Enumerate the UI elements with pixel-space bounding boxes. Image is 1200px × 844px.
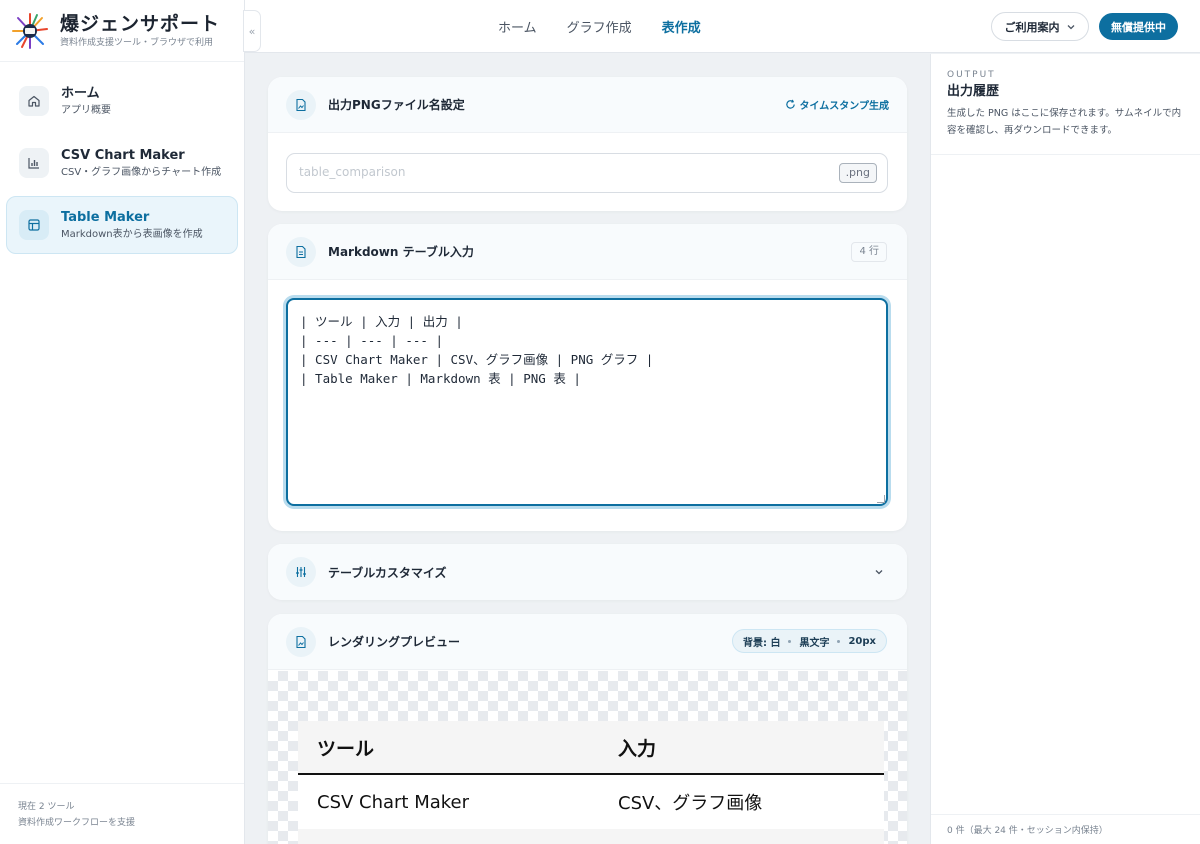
card-title: レンダリングプレビュー bbox=[328, 635, 461, 649]
markdown-card: Markdown テーブル入力 4 行 | ツール | 入力 | 出力 | | … bbox=[268, 224, 907, 531]
collapse-sidebar-button[interactable]: « bbox=[243, 10, 261, 52]
sliders-icon bbox=[286, 557, 316, 587]
filename-input[interactable] bbox=[299, 165, 799, 179]
refresh-icon bbox=[785, 99, 795, 109]
card-title: テーブルカスタマイズ bbox=[328, 565, 447, 580]
separator-dot bbox=[788, 639, 792, 643]
card-header[interactable]: テーブルカスタマイズ bbox=[268, 544, 907, 600]
sidebar-item-home[interactable]: ホーム アプリ概要 bbox=[6, 72, 238, 130]
document-icon bbox=[286, 236, 316, 267]
guide-button[interactable]: ご利用案内 bbox=[991, 12, 1089, 41]
table-row: CSV Chart Maker CSV、グラフ画像 bbox=[298, 775, 884, 829]
output-title: 出力履歴 bbox=[947, 84, 1000, 99]
home-icon bbox=[19, 86, 49, 116]
tab-home[interactable]: ホーム bbox=[498, 17, 537, 36]
brand: 爆ジェンサポート 資料作成支援ツール・ブラウザで利用 « bbox=[0, 0, 261, 62]
sidebar-item-desc: CSV・グラフ画像からチャート作成 bbox=[61, 166, 222, 178]
card-header: レンダリングプレビュー 背景: 白 黒文字 20px bbox=[268, 614, 907, 670]
customize-card[interactable]: テーブルカスタマイズ bbox=[268, 544, 907, 600]
sidebar-tagline: 資料作成ワークフローを支援 bbox=[18, 818, 136, 828]
table-row bbox=[298, 829, 884, 844]
tab-chart[interactable]: グラフ作成 bbox=[567, 17, 632, 36]
card-header: 出力PNGファイル名設定 タイムスタンプ生成 bbox=[268, 77, 907, 133]
render-options-badge: 背景: 白 黒文字 20px bbox=[731, 629, 887, 653]
sidebar-item-title: Table Maker bbox=[61, 209, 150, 225]
bar-chart-icon bbox=[19, 148, 49, 178]
preview-table: ツール 入力 CSV Chart Maker CSV、グラフ画像 bbox=[298, 721, 884, 844]
sidebar-item-csv-chart-maker[interactable]: CSV Chart Maker CSV・グラフ画像からチャート作成 bbox=[6, 134, 238, 192]
preview-canvas: ツール 入力 CSV Chart Maker CSV、グラフ画像 bbox=[268, 671, 907, 844]
main-content: 出力PNGファイル名設定 タイムスタンプ生成 .png Markdown テーブ… bbox=[245, 54, 930, 844]
output-footer: 0 件（最大 24 件・セッション内保持） bbox=[931, 814, 1200, 844]
brand-subtitle: 資料作成支援ツール・ブラウザで利用 bbox=[60, 37, 214, 48]
table-header-row: ツール 入力 bbox=[298, 721, 884, 775]
row-count-badge: 4 行 bbox=[851, 242, 887, 262]
markdown-textarea[interactable]: | ツール | 入力 | 出力 | | --- | --- | --- | | … bbox=[286, 298, 888, 506]
brand-title: 爆ジェンサポート bbox=[60, 12, 221, 35]
sidebar-item-title: CSV Chart Maker bbox=[61, 147, 185, 163]
output-eyebrow: OUTPUT bbox=[947, 70, 996, 80]
output-description: 生成した PNG はここに保存されます。サムネイルで内容を確認し、再ダウンロード… bbox=[947, 108, 1182, 136]
sidebar-item-desc: Markdown表から表画像を作成 bbox=[61, 228, 203, 240]
sidebar-item-title: ホーム bbox=[61, 85, 100, 101]
output-header: OUTPUT 出力履歴 生成した PNG はここに保存されます。サムネイルで内容… bbox=[931, 54, 1200, 155]
sidebar: 爆ジェンサポート 資料作成支援ツール・ブラウザで利用 « ホーム アプリ概要 C… bbox=[0, 0, 261, 844]
preview-card: レンダリングプレビュー 背景: 白 黒文字 20px ツール 入力 CSV Ch… bbox=[268, 614, 907, 844]
sidebar-item-desc: アプリ概要 bbox=[61, 104, 111, 116]
card-title: Markdown テーブル入力 bbox=[328, 245, 474, 259]
header-cell: ツール bbox=[317, 737, 375, 760]
table-cell: CSV Chart Maker bbox=[317, 791, 470, 813]
file-image-icon bbox=[286, 89, 316, 120]
sidebar-nav: ホーム アプリ概要 CSV Chart Maker CSV・グラフ画像からチャー… bbox=[0, 62, 244, 268]
header-cell: 入力 bbox=[618, 737, 657, 760]
tab-table[interactable]: 表作成 bbox=[662, 17, 701, 36]
tool-count: 現在 2 ツール bbox=[18, 802, 75, 812]
free-badge-button[interactable]: 無償提供中 bbox=[1099, 13, 1178, 40]
option-background: 背景: 白 bbox=[742, 637, 781, 649]
card-header: Markdown テーブル入力 4 行 bbox=[268, 224, 907, 280]
filename-card: 出力PNGファイル名設定 タイムスタンプ生成 .png bbox=[268, 77, 907, 211]
guide-label: ご利用案内 bbox=[1004, 20, 1060, 34]
sidebar-footer: 現在 2 ツール 資料作成ワークフローを支援 bbox=[0, 783, 244, 844]
timestamp-label: タイムスタンプ生成 bbox=[799, 101, 890, 112]
output-panel: OUTPUT 出力履歴 生成した PNG はここに保存されます。サムネイルで内容… bbox=[930, 54, 1200, 844]
extension-badge: .png bbox=[838, 163, 877, 183]
resize-handle[interactable] bbox=[877, 495, 885, 503]
top-tabs: ホーム グラフ作成 表作成 bbox=[498, 0, 731, 53]
separator-dot bbox=[837, 639, 841, 643]
filename-field: .png bbox=[286, 153, 888, 193]
chevron-down-icon bbox=[1067, 24, 1074, 29]
table-cell: CSV、グラフ画像 bbox=[618, 793, 763, 814]
logo-icon bbox=[12, 12, 48, 49]
option-font-size: 20px bbox=[848, 635, 876, 647]
timestamp-button[interactable]: タイムスタンプ生成 bbox=[785, 97, 890, 112]
option-text-color: 黒文字 bbox=[799, 637, 830, 649]
file-image-icon bbox=[286, 626, 316, 657]
card-title: 出力PNGファイル名設定 bbox=[328, 98, 465, 112]
table-icon bbox=[19, 210, 49, 240]
top-bar: ホーム グラフ作成 表作成 ご利用案内 無償提供中 bbox=[245, 0, 1200, 53]
sidebar-item-table-maker[interactable]: Table Maker Markdown表から表画像を作成 bbox=[6, 196, 238, 254]
chevron-down-icon[interactable] bbox=[873, 566, 885, 578]
